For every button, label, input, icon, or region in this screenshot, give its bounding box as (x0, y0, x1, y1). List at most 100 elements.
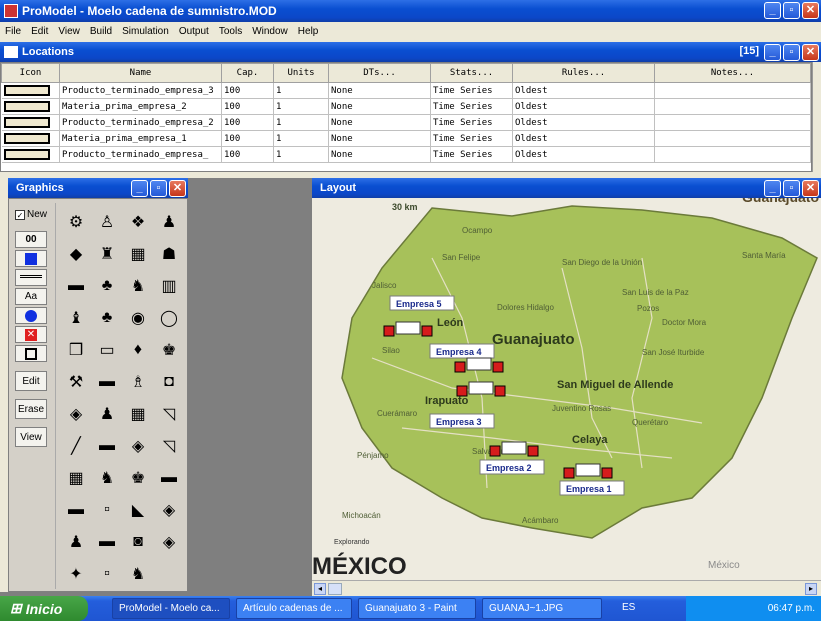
cell-notes[interactable] (654, 98, 811, 115)
graphic-library-icon[interactable]: ▬ (91, 527, 123, 557)
graphic-library-icon[interactable]: ◉ (122, 303, 154, 333)
cell-rules[interactable]: Oldest (512, 146, 655, 163)
graphic-library-icon[interactable]: ╱ (60, 431, 92, 461)
menu-output[interactable]: Output (178, 26, 210, 37)
graphic-library-icon[interactable]: ♟ (153, 207, 185, 237)
cell-dts[interactable]: None (328, 114, 431, 131)
locations-minimize-button[interactable]: _ (764, 44, 781, 61)
menu-build[interactable]: Build (89, 26, 113, 37)
cell-name[interactable]: Producto_terminado_empresa_ (59, 146, 222, 163)
taskbar-item-paint[interactable]: Guanajuato 3 - Paint (358, 598, 476, 619)
menu-file[interactable]: File (4, 26, 22, 37)
cell-stats[interactable]: Time Series (430, 82, 513, 99)
maximize-button[interactable]: ▫ (783, 2, 800, 19)
graphics-maximize-button[interactable]: ▫ (150, 180, 167, 197)
graphic-library-icon[interactable]: ⚒ (60, 367, 92, 397)
graphic-library-icon[interactable]: ◯ (153, 303, 185, 333)
graphic-library-icon[interactable]: ♣ (91, 303, 123, 333)
color-square-button[interactable] (15, 250, 47, 267)
cell-dts[interactable]: None (328, 130, 431, 147)
menu-view[interactable]: View (57, 26, 81, 37)
cell-units[interactable]: 1 (273, 82, 329, 99)
counter-button[interactable]: 00 (15, 231, 47, 248)
location-icon[interactable] (3, 117, 50, 128)
layout-titlebar[interactable]: Layout _ ▫ ✕ (312, 178, 821, 198)
col-units[interactable]: Units (273, 63, 329, 83)
scroll-thumb[interactable] (328, 583, 342, 595)
cell-name[interactable]: Materia_prima_empresa_2 (59, 98, 222, 115)
cell-stats[interactable]: Time Series (430, 98, 513, 115)
location-icon[interactable] (3, 85, 50, 96)
graphic-library-icon[interactable]: ♚ (153, 335, 185, 365)
graphic-library-icon[interactable]: ♞ (122, 559, 154, 589)
cell-notes[interactable] (654, 82, 811, 99)
graphic-library-icon[interactable]: ▬ (60, 495, 92, 525)
graphic-library-icon[interactable]: ◈ (122, 431, 154, 461)
col-cap[interactable]: Cap. (221, 63, 274, 83)
location-icon[interactable] (3, 149, 50, 160)
table-row[interactable]: Materia_prima_empresa_1 100 1 None Time … (1, 130, 811, 147)
scroll-right-icon[interactable]: ▸ (805, 583, 817, 595)
empresa-label[interactable]: Empresa 4 (436, 347, 482, 357)
graphic-library-icon[interactable]: ♚ (122, 463, 154, 493)
graphic-library-icon[interactable]: ❖ (122, 207, 154, 237)
cell-rules[interactable]: Oldest (512, 114, 655, 131)
layout-close-button[interactable]: ✕ (802, 180, 819, 197)
cell-dts[interactable]: None (328, 146, 431, 163)
graphic-library-icon[interactable]: ▥ (153, 271, 185, 301)
locations-close-button[interactable]: ✕ (802, 44, 819, 61)
graphic-library-icon[interactable]: ♟ (60, 527, 92, 557)
graphic-library-icon[interactable]: ▦ (60, 463, 92, 493)
cell-cap[interactable]: 100 (221, 130, 274, 147)
graphic-library-icon[interactable]: ☗ (153, 239, 185, 269)
location-icon[interactable] (3, 101, 50, 112)
graphic-library-icon[interactable]: ♙ (91, 207, 123, 237)
cell-notes[interactable] (654, 146, 811, 163)
location-icon[interactable] (3, 133, 50, 144)
col-dts[interactable]: DTs... (328, 63, 431, 83)
graphic-library-icon[interactable]: ♗ (122, 367, 154, 397)
graphics-minimize-button[interactable]: _ (131, 180, 148, 197)
erase-button[interactable]: Erase (15, 399, 47, 419)
layout-canvas[interactable]: 30 km Guanajuato Guanajuato Explorando MÉXIC… (312, 198, 821, 580)
graphic-library-icon[interactable]: ▫ (91, 559, 123, 589)
view-button[interactable]: View (15, 427, 47, 447)
graphic-library-icon[interactable]: ◹ (153, 399, 185, 429)
graphic-library-icon[interactable]: ◙ (122, 527, 154, 557)
cell-rules[interactable]: Oldest (512, 130, 655, 147)
graphic-library-icon[interactable]: ✦ (60, 559, 92, 589)
line-style-button[interactable] (15, 269, 47, 286)
locations-titlebar[interactable]: Locations [15] _ ▫ ✕ (0, 42, 821, 62)
graphic-library-icon[interactable]: ▭ (91, 335, 123, 365)
menu-simulation[interactable]: Simulation (121, 26, 170, 37)
col-icon[interactable]: Icon (1, 63, 60, 83)
col-rules[interactable]: Rules... (512, 63, 655, 83)
graphic-library-icon[interactable]: ▬ (153, 463, 185, 493)
taskbar-item-promodel[interactable]: ProModel - Moelo ca... (112, 598, 230, 619)
layout-maximize-button[interactable]: ▫ (783, 180, 800, 197)
scroll-left-icon[interactable]: ◂ (314, 583, 326, 595)
graphic-library-icon[interactable]: ♣ (91, 271, 123, 301)
col-name[interactable]: Name (59, 63, 222, 83)
new-checkbox[interactable]: ✓ New (15, 209, 47, 220)
minimize-button[interactable]: _ (764, 2, 781, 19)
graphics-titlebar[interactable]: Graphics _ ▫ ✕ (8, 178, 188, 198)
taskbar-item-articulo[interactable]: Artículo cadenas de ... (236, 598, 352, 619)
cell-notes[interactable] (654, 114, 811, 131)
cell-units[interactable]: 1 (273, 114, 329, 131)
cell-dts[interactable]: None (328, 82, 431, 99)
cell-rules[interactable]: Oldest (512, 98, 655, 115)
edit-button[interactable]: Edit (15, 371, 47, 391)
graphic-library-icon[interactable]: ◈ (153, 527, 185, 557)
graphic-library-icon[interactable]: ▬ (60, 271, 92, 301)
graphic-library-icon[interactable]: ♜ (91, 239, 123, 269)
empresa-label[interactable]: Empresa 5 (396, 299, 442, 309)
locations-scrollbar[interactable] (812, 62, 821, 172)
main-titlebar[interactable]: ProModel - Moelo cadena de sumnistro.MOD… (0, 0, 821, 22)
cell-rules[interactable]: Oldest (512, 82, 655, 99)
col-notes[interactable]: Notes... (654, 63, 811, 83)
graphic-library-icon[interactable]: ♞ (91, 463, 123, 493)
frame-button[interactable] (15, 345, 47, 362)
text-button[interactable]: Aa (15, 288, 47, 305)
cell-cap[interactable]: 100 (221, 114, 274, 131)
